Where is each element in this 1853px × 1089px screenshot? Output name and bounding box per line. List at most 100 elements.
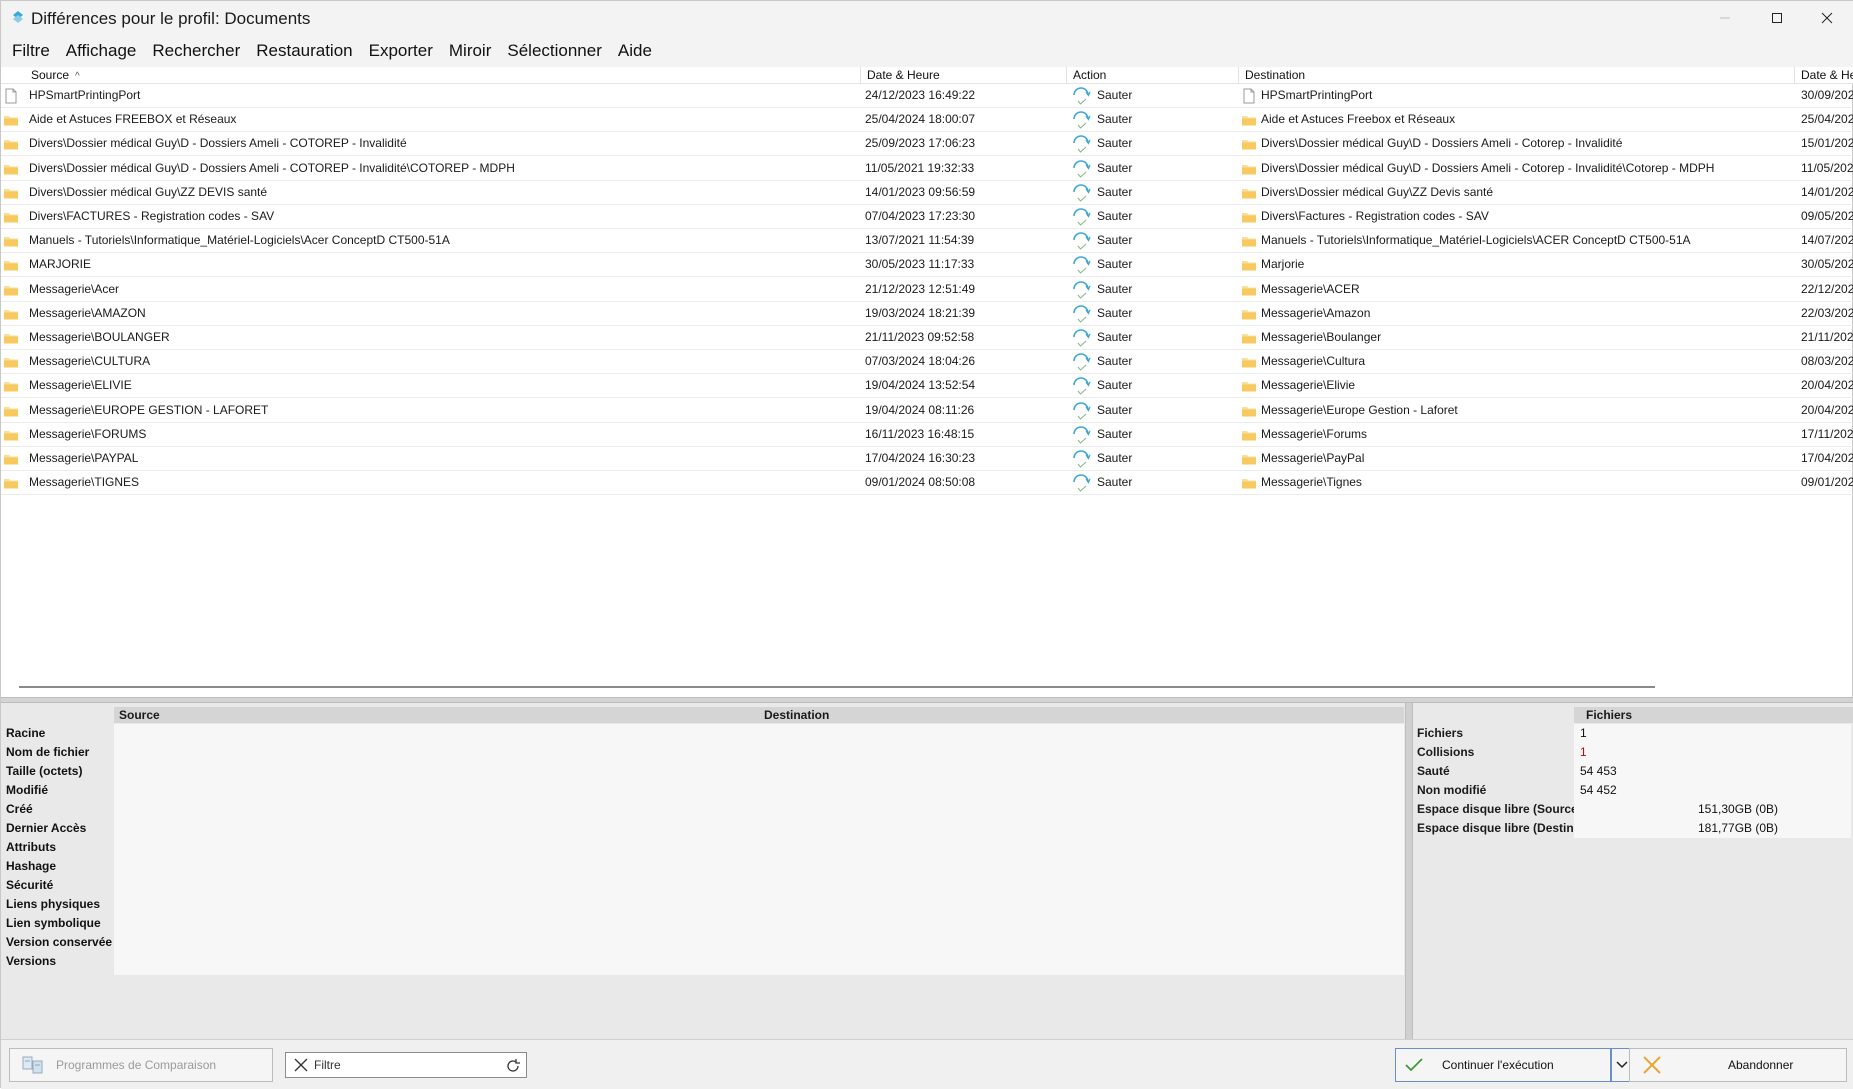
row-source-path: Manuels - Tutoriels\Informatique_Matérie…: [29, 233, 450, 248]
column-header-action[interactable]: Action: [1067, 67, 1239, 84]
details-label: Attributs: [6, 840, 56, 854]
table-row[interactable]: Divers\Dossier médical Guy\D - Dossiers …: [1, 132, 1853, 157]
row-source-date: 30/05/2023 11:17:33: [865, 257, 975, 272]
row-action[interactable]: Sauter: [1097, 108, 1237, 132]
vertical-splitter[interactable]: [1405, 703, 1413, 1039]
menu-miroir[interactable]: Miroir: [442, 37, 499, 65]
folder-icon: [4, 479, 18, 489]
folder-icon: [1242, 213, 1256, 223]
table-row[interactable]: Messagerie\FORUMS 16/11/2023 16:48:15 Saut…: [1, 423, 1853, 447]
close-button[interactable]: [1801, 1, 1853, 35]
menu-rechercher[interactable]: Rechercher: [145, 37, 247, 65]
table-row[interactable]: Messagerie\AMAZON 19/03/2024 18:21:39 Saut…: [1, 302, 1853, 326]
details-label: Créé: [6, 802, 33, 816]
column-source-label: Source: [31, 68, 70, 82]
column-header-date-destination[interactable]: Date & He: [1795, 67, 1853, 84]
row-source-path: Divers\Dossier médical Guy\D - Dossiers …: [29, 136, 407, 151]
details-label: Dernier Accès: [6, 821, 87, 835]
row-action[interactable]: Sauter: [1097, 350, 1237, 374]
table-row[interactable]: Messagerie\EUROPE GESTION - LAFORET 19/04…: [1, 399, 1853, 423]
table-row[interactable]: HPSmartPrintingPort 24/12/2023 16:49:22 Sa…: [1, 84, 1853, 108]
row-source-date: 17/04/2024 16:30:23: [865, 451, 976, 465]
row-action[interactable]: Sauter: [1097, 205, 1237, 229]
row-source-date: 19/03/2024 18:21:39: [865, 305, 976, 320]
row-destination-date: 14/07/2021: [1801, 233, 1853, 248]
row-action[interactable]: Sauter: [1097, 471, 1237, 495]
folder-icon: [4, 188, 18, 199]
table-row[interactable]: Messagerie\ELIVIE 19/04/2024 13:52:54 Saut…: [1, 374, 1853, 399]
row-action[interactable]: Sauter: [1097, 278, 1237, 302]
column-header-date[interactable]: Date & Heure: [861, 67, 1067, 84]
stat-label: Sauté: [1417, 764, 1450, 778]
row-source-date: 19/04/2024 13:52:54: [865, 378, 976, 393]
menu-selectionner[interactable]: Sélectionner: [500, 37, 609, 65]
menu-restauration[interactable]: Restauration: [249, 37, 359, 65]
compare-programs-icon: [22, 1056, 43, 1074]
continue-execution-button[interactable]: Continuer l'exécution: [1395, 1048, 1611, 1082]
row-destination-path: HPSmartPrintingPort: [1261, 88, 1373, 102]
details-header: Source Destination: [114, 707, 1404, 723]
row-action[interactable]: Sauter: [1097, 157, 1237, 181]
row-destination-path: Aide et Astuces Freebox et Réseaux: [1261, 112, 1456, 127]
row-action[interactable]: Sauter: [1097, 423, 1237, 447]
row-action[interactable]: Sauter: [1097, 181, 1237, 205]
minimize-button[interactable]: [1699, 1, 1751, 35]
table-row[interactable]: Divers\FACTURES - Registration codes - S…: [1, 205, 1853, 229]
row-destination-date: 14/01/2023: [1801, 184, 1853, 199]
skip-action-icon: [1073, 232, 1091, 250]
row-destination-date: 20/04/2024: [1801, 402, 1853, 417]
menu-exporter[interactable]: Exporter: [362, 37, 440, 65]
menu-affichage[interactable]: Affichage: [59, 37, 144, 65]
details-label: Hashage: [6, 859, 57, 873]
row-destination-path: Messagerie\Forums: [1261, 426, 1368, 441]
list-header: Source ^ Date & Heure Action Destination …: [1, 67, 1853, 84]
table-row[interactable]: Messagerie\Acer 21/12/2023 12:51:49 Sauter…: [1, 278, 1853, 302]
menu-bar: Filtre Affichage Rechercher Restauration…: [1, 35, 1853, 67]
table-row[interactable]: Messagerie\TIGNES 09/01/2024 08:50:08 Saut…: [1, 471, 1853, 496]
row-action[interactable]: Sauter: [1097, 399, 1237, 423]
refresh-icon[interactable]: [504, 1057, 522, 1075]
folder-icon: [1242, 237, 1256, 247]
table-row[interactable]: Messagerie\BOULANGER 21/11/2023 09:52:58 S…: [1, 326, 1853, 350]
folder-icon: [1242, 164, 1256, 175]
row-action[interactable]: Sauter: [1097, 84, 1237, 108]
row-destination-date: 22/03/2024: [1801, 305, 1853, 320]
row-action[interactable]: Sauter: [1097, 302, 1237, 326]
row-destination-path: Messagerie\ACER: [1261, 281, 1360, 296]
stat-label: Non modifié: [1417, 783, 1487, 797]
maximize-button[interactable]: [1751, 1, 1803, 35]
column-header-source[interactable]: Source ^: [25, 67, 861, 84]
clear-filter-icon[interactable]: [294, 1058, 308, 1072]
row-action[interactable]: Sauter: [1097, 447, 1237, 471]
table-row[interactable]: Divers\Dossier médical Guy\ZZ DEVIS sant…: [1, 181, 1853, 205]
table-row[interactable]: MARJORIE 30/05/2023 11:17:33 Sauter Marjori…: [1, 253, 1853, 278]
skip-action-icon: [1073, 450, 1091, 468]
row-destination-path: Divers\Dossier médical Guy\D - Dossiers …: [1261, 160, 1715, 175]
cancel-icon: [1643, 1056, 1661, 1074]
stat-value-cell: 181,77GB (0B): [1574, 819, 1851, 838]
row-action[interactable]: Sauter: [1097, 132, 1237, 156]
table-row[interactable]: Aide et Astuces FREEBOX et Réseaux 25/04/…: [1, 108, 1853, 133]
details-values: [114, 724, 1404, 975]
table-row[interactable]: Messagerie\CULTURA 07/03/2024 18:04:26 Sau…: [1, 350, 1853, 375]
table-row[interactable]: Divers\Dossier médical Guy\D - Dossiers …: [1, 157, 1853, 181]
stat-value-cell: 54 452: [1574, 781, 1851, 800]
horizontal-scrollbar[interactable]: [19, 686, 1655, 688]
filter-input[interactable]: Filtre: [285, 1052, 527, 1078]
row-action[interactable]: Sauter: [1097, 253, 1237, 277]
row-destination-date: 09/05/2023: [1801, 209, 1853, 223]
app-window: Différences pour le profil: Documents Fi…: [0, 0, 1853, 1089]
compare-programs-button[interactable]: Programmes de Comparaison: [9, 1048, 273, 1082]
stat-label: Collisions: [1417, 745, 1475, 759]
row-action[interactable]: Sauter: [1097, 326, 1237, 350]
abort-button[interactable]: Abandonner: [1629, 1048, 1847, 1082]
row-action[interactable]: Sauter: [1097, 374, 1237, 398]
menu-filtre[interactable]: Filtre: [5, 37, 57, 65]
folder-icon: [1242, 285, 1256, 296]
stats-header-label: Fichiers: [1586, 708, 1633, 722]
table-row[interactable]: Messagerie\PAYPAL 17/04/2024 16:30:23 Saut…: [1, 447, 1853, 471]
column-header-destination[interactable]: Destination: [1239, 67, 1795, 84]
row-action[interactable]: Sauter: [1097, 229, 1237, 253]
menu-aide[interactable]: Aide: [611, 37, 659, 65]
table-row[interactable]: Manuels - Tutoriels\Informatique_Matérie…: [1, 229, 1853, 254]
